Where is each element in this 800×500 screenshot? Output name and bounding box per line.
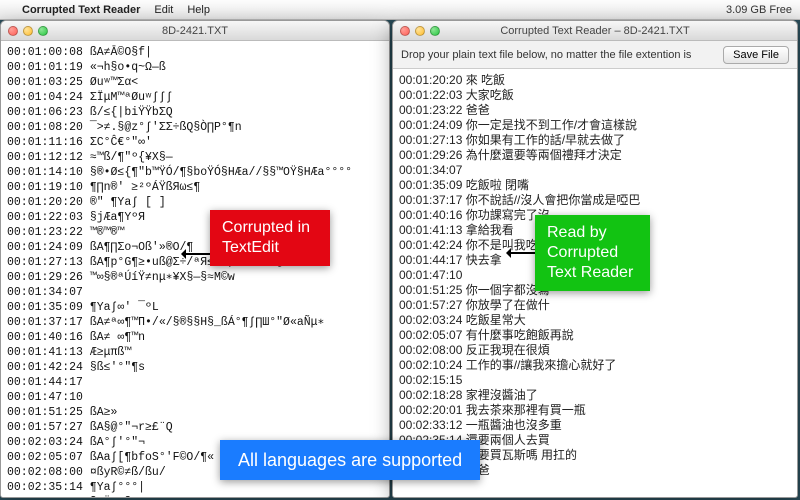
text-line: 00:01:37:17 你不說話//沒人會把你當成是啞巴: [399, 193, 791, 208]
text-line: 00:01:44:17: [7, 375, 383, 390]
textedit-content[interactable]: 00:01:00:08 ßA≠Ā©O§f|00:01:01:19 «¬h§o•q…: [1, 41, 389, 497]
text-line: 00:01:51:25 ßA≥»: [7, 405, 383, 420]
callout-text: TextEdit: [222, 239, 279, 256]
text-line: 00:01:08:20 ¯>≠.§@z°∫'ΣΣ÷ßQ§Ò∏P°¶n: [7, 120, 383, 135]
text-line: 00:01:00:08 ßA≠Ā©O§f|: [7, 45, 383, 60]
text-line: 00:01:22:03 大家吃飯: [399, 88, 791, 103]
text-line: 00:01:29:26 為什麼還要等兩個禮拜才決定: [399, 148, 791, 163]
text-line: 00:01:27:13 你如果有工作的話/早就去做了: [399, 133, 791, 148]
arrow-icon: [182, 253, 210, 255]
text-line: 00:01:01:19 «¬h§o•q~Ω—ß: [7, 60, 383, 75]
menu-edit[interactable]: Edit: [154, 4, 173, 16]
disk-free-indicator: 3.09 GB Free: [726, 4, 792, 16]
text-line: 00:01:12:12 ≈™ß/¶"º{¥X§—: [7, 150, 383, 165]
callout-text: Corrupted in: [222, 219, 310, 236]
minimize-icon[interactable]: [23, 26, 33, 36]
callout-text: Corrupted: [547, 244, 618, 261]
text-line: 00:02:33:12 一瓶醬油也沒多重: [399, 418, 791, 433]
arrow-icon: [507, 252, 535, 254]
text-line: 00:01:11:16 ΣC°Ĉ€°"∞': [7, 135, 383, 150]
minimize-icon[interactable]: [415, 26, 425, 36]
text-line: 00:02:05:07 有什麼事吃飽飯再說: [399, 328, 791, 343]
text-line: 00:01:42:24 §ß≤'°"¶s: [7, 360, 383, 375]
menu-help[interactable]: Help: [187, 4, 210, 16]
save-file-button[interactable]: Save File: [723, 46, 789, 64]
text-line: 00:01:34:07: [399, 163, 791, 178]
zoom-icon[interactable]: [38, 26, 48, 36]
callout-corrupted: Corrupted in TextEdit: [210, 210, 330, 266]
callout-languages: All languages are supported: [220, 440, 480, 480]
text-line: 00:01:37:17 ßA≠ª∞¶™П•/«/§®§§H§_ßÁ°¶∫∏Ш°"…: [7, 315, 383, 330]
text-line: 00:01:57:27 你放學了在做什: [399, 298, 791, 313]
text-line: 00:01:35:09 吃飯啦 閉嘴: [399, 178, 791, 193]
text-line: 00:02:35:14 ¶Yа∫°°°|: [7, 480, 383, 495]
text-line: 00:01:04:24 ΣÏμM™ªØuʷ∫∫∫: [7, 90, 383, 105]
text-line: 00:02:08:00 反正我現在很煩: [399, 343, 791, 358]
text-line: 00:01:19:10 ¶∏n®' ≥²ºÁŸßЯω≤¶: [7, 180, 383, 195]
text-line: 00:01:20:20 來 吃飯: [399, 73, 791, 88]
drop-hint: Drop your plain text file below, no matt…: [401, 49, 715, 61]
window-title-left: 8D-2421.TXT: [1, 25, 389, 37]
text-line: 00:01:57:27 ßA§@°"¬r≥£¨Q: [7, 420, 383, 435]
toolbar-right: Drop your plain text file below, no matt…: [393, 41, 797, 69]
text-line: 00:01:47:10: [7, 390, 383, 405]
text-line: 00:02:10:24 工作的事//讓我來擔心就好了: [399, 358, 791, 373]
workspace: 8D-2421.TXT 00:01:00:08 ßA≠Ā©O§f|00:01:0…: [0, 20, 800, 500]
text-line: 00:02:18:28 家裡沒醬油了: [399, 388, 791, 403]
text-line: 00:02:03:24 吃飯星常大: [399, 313, 791, 328]
text-line: 00:01:03:25 Øuʷ™Σα<: [7, 75, 383, 90]
menubar: Corrupted Text Reader Edit Help 3.09 GB …: [0, 0, 800, 20]
text-line: 00:01:41:13 Æ≥μπß™: [7, 345, 383, 360]
text-line: 00:01:34:07: [7, 285, 383, 300]
titlebar-right[interactable]: Corrupted Text Reader – 8D-2421.TXT: [393, 21, 797, 41]
text-line: 00:01:20:20 ®" ¶Yа∫ [ ]: [7, 195, 383, 210]
callout-text: Read by: [547, 224, 607, 241]
text-line: 00:01:23:22 爸爸: [399, 103, 791, 118]
callout-text: All languages are supported: [238, 450, 462, 470]
app-menu[interactable]: Corrupted Text Reader: [22, 4, 140, 16]
text-line: 00:01:40:16 ßA≠ ∞¶™n: [7, 330, 383, 345]
text-line: 00:02:39:14 ßAŸ«zß: [7, 495, 383, 497]
text-line: 00:01:14:10 §®•Ø≤{¶"b™ŸÓ/¶§boŸÓ§HÆа//§§™…: [7, 165, 383, 180]
callout-readby: Read by Corrupted Text Reader: [535, 215, 650, 291]
titlebar-left[interactable]: 8D-2421.TXT: [1, 21, 389, 41]
close-icon[interactable]: [8, 26, 18, 36]
close-icon[interactable]: [400, 26, 410, 36]
text-line: 00:02:15:15: [399, 373, 791, 388]
text-line: 00:01:29:26 ™∞§®ªÚíŸ≠nμ∗¥X§—§≈M©w: [7, 270, 383, 285]
text-line: 00:01:35:09 ¶Yа∫∞' ¯ºL: [7, 300, 383, 315]
text-line: 00:01:06:23 ß/≤{|biŸŸbΣQ: [7, 105, 383, 120]
window-textedit: 8D-2421.TXT 00:01:00:08 ßA≠Ā©O§f|00:01:0…: [0, 20, 390, 498]
text-line: 00:02:20:01 我去茶來那裡有買一瓶: [399, 403, 791, 418]
callout-text: Text Reader: [547, 264, 633, 281]
text-line: 00:01:24:09 你一定是找不到工作/才會這樣說: [399, 118, 791, 133]
zoom-icon[interactable]: [430, 26, 440, 36]
window-title-right: Corrupted Text Reader – 8D-2421.TXT: [393, 25, 797, 37]
